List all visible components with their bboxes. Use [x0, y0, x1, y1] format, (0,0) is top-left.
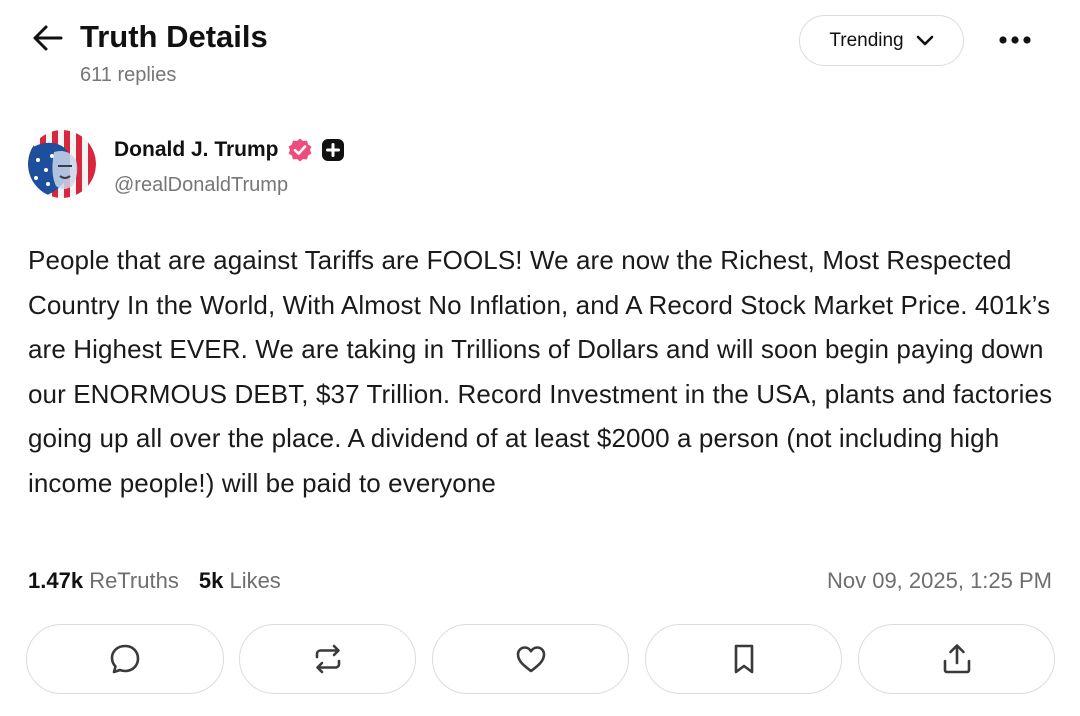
post-stats: 1.47k ReTruths 5k Likes: [28, 566, 281, 596]
likes-stat[interactable]: 5k Likes: [199, 566, 281, 596]
arrow-left-icon: [33, 25, 63, 51]
avatar-image: [28, 130, 96, 198]
more-options-button[interactable]: [990, 20, 1040, 60]
share-icon: [943, 644, 970, 674]
repost-icon: [315, 644, 340, 674]
retruths-label: ReTruths: [89, 568, 179, 593]
plus-badge-icon: [321, 138, 345, 162]
reply-count: 611 replies: [80, 64, 177, 86]
retruths-stat[interactable]: 1.47k ReTruths: [28, 566, 179, 596]
back-button[interactable]: [28, 20, 68, 56]
avatar[interactable]: [28, 130, 96, 198]
heart-icon: [516, 646, 545, 673]
likes-label: Likes: [229, 568, 281, 593]
truth-details-page: Truth Details 611 replies Trending Donal…: [0, 0, 1080, 716]
share-button[interactable]: [858, 624, 1055, 694]
author-name[interactable]: Donald J. Trump: [114, 137, 345, 163]
retruth-button[interactable]: [239, 624, 416, 694]
sort-dropdown[interactable]: Trending: [799, 15, 964, 66]
bookmark-button[interactable]: [645, 624, 842, 694]
chevron-down-icon: [916, 35, 933, 45]
author-handle[interactable]: @realDonaldTrump: [114, 172, 288, 198]
retruths-count: 1.47k: [28, 568, 84, 593]
author-name-text: Donald J. Trump: [114, 138, 279, 161]
sort-label: Trending: [829, 29, 904, 51]
post-timestamp: Nov 09, 2025, 1:25 PM: [826, 568, 1052, 593]
page-title: Truth Details: [80, 19, 268, 54]
ellipsis-icon: [999, 36, 1031, 44]
likes-count: 5k: [198, 568, 224, 593]
reply-button[interactable]: [26, 624, 224, 694]
post-body: People that are against Tariffs are FOOL…: [28, 245, 1053, 498]
comment-icon: [110, 644, 140, 674]
bookmark-icon: [734, 644, 753, 674]
verified-badge-icon: [287, 137, 313, 163]
like-button[interactable]: [432, 624, 629, 694]
